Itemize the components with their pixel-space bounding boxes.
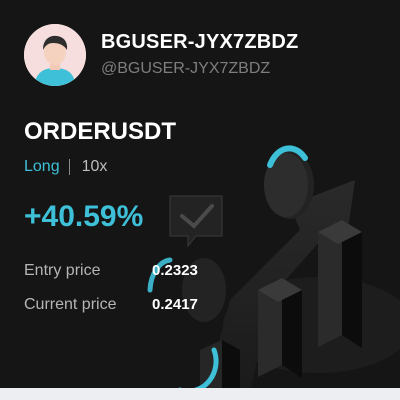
username: BGUSER-JYX7ZBDZ <box>101 31 299 53</box>
leverage: 10x <box>81 158 108 175</box>
user-handle: @BGUSER-JYX7ZBDZ <box>101 60 271 77</box>
current-price-value: 0.2417 <box>152 296 198 313</box>
trading-pair: ORDERUSDT <box>24 118 177 145</box>
position-side: Long <box>24 158 60 175</box>
entry-price-value: 0.2323 <box>152 262 198 279</box>
divider <box>68 159 70 175</box>
pnl-percent: +40.59% <box>24 200 144 233</box>
share-card: BGUSER-JYX7ZBDZ @BGUSER-JYX7ZBDZ ORDERUS… <box>0 0 400 400</box>
position-meta: Long 10x <box>24 158 107 176</box>
entry-price-label: Entry price <box>24 262 101 279</box>
current-price-label: Current price <box>24 296 117 313</box>
user-avatar-icon <box>24 24 86 86</box>
bottom-strip <box>0 388 400 400</box>
